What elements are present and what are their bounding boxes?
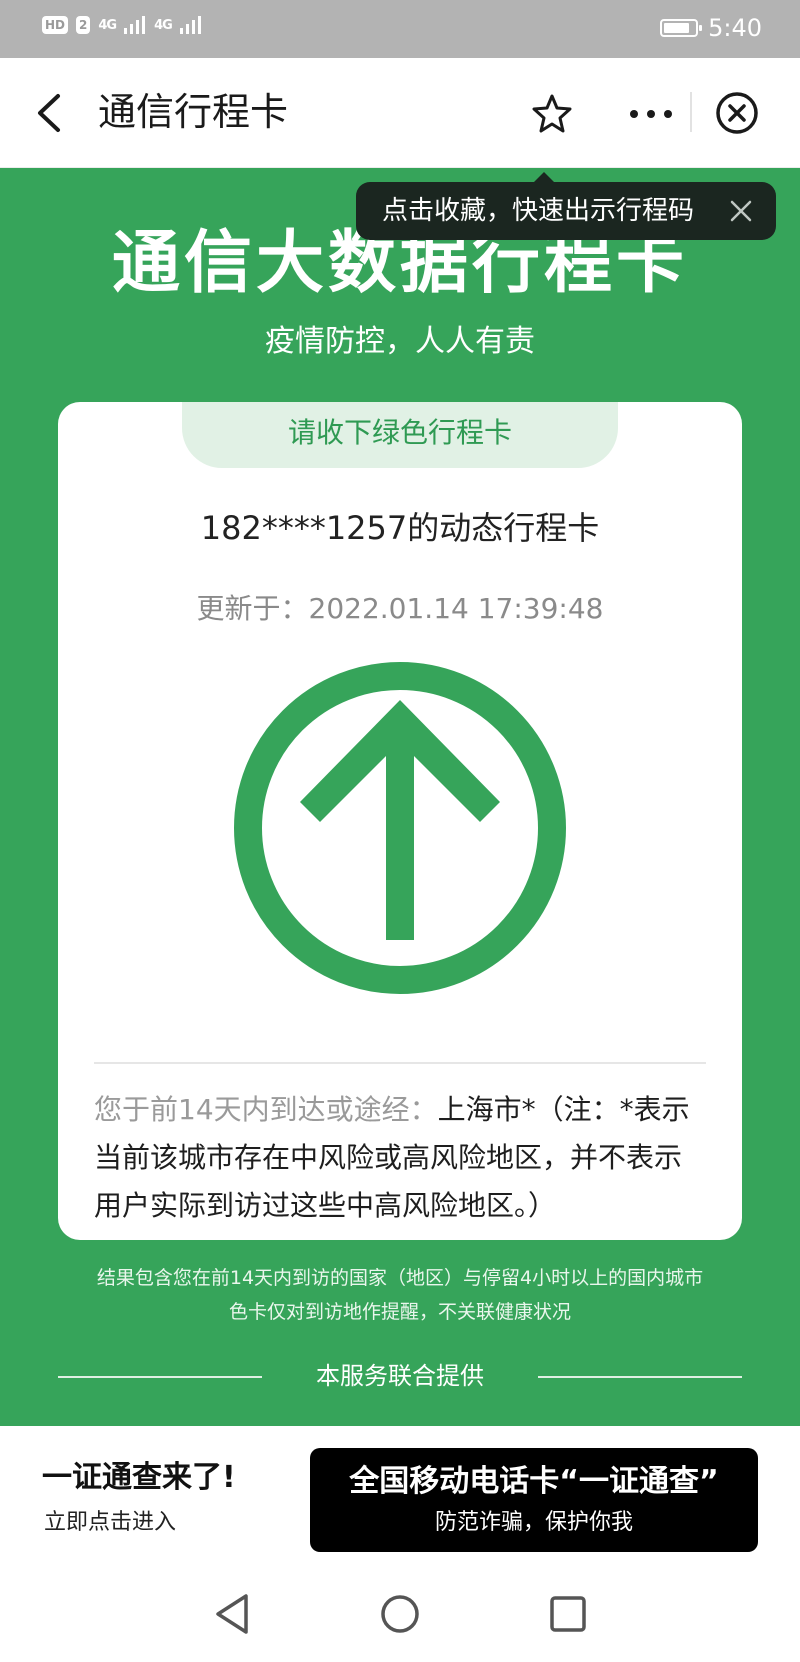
update-time-value: 2022.01.14 17:39:48 [308,592,604,625]
card-tab-label: 请收下绿色行程卡 [182,402,618,468]
green-arrow-icon [230,658,570,998]
disclaimer-line-1: 结果包含您在前14天内到访的国家（地区）与停留4小时以上的国内城市 [96,1267,704,1289]
circle-home-icon [381,1595,419,1633]
status-right: 5:40 [660,14,762,42]
favorite-tooltip: 点击收藏，快速出示行程码 [356,172,776,240]
battery-icon [660,19,703,37]
promo-subtitle: 立即点击进入 [44,1510,177,1535]
close-icon [730,200,752,222]
system-nav-bar [0,1566,800,1662]
nav-separator [690,92,692,132]
disclaimer-line-2: 色卡仅对到访地作提醒，不关联健康状况 [228,1301,571,1323]
sim-slot-badge: 2 [76,16,91,34]
signal-1-label: 4G [98,17,117,33]
more-button[interactable] [626,92,676,136]
close-button[interactable] [714,90,760,136]
triangle-back-icon [216,1594,248,1634]
system-home-button[interactable] [374,1588,426,1640]
status-left: HD 2 4G 4G [42,16,202,34]
hd-badge: HD [42,16,69,34]
promo-banner[interactable]: 一证通查来了! 立即点击进入 全国移动电话卡“一证通查” 防范诈骗，保护你我 [0,1426,800,1566]
back-button[interactable] [32,88,72,138]
update-label: 更新于： [196,592,309,625]
update-time: 更新于：2022.01.14 17:39:48 [58,590,742,628]
nav-bar: 通信行程卡 [0,58,800,168]
visited-cities-note: 您于前14天内到达或途经：上海市*（注：*表示当前该城市存在中风险或高风险地区，… [94,1086,706,1230]
clock: 5:40 [708,14,762,42]
itinerary-card: 请收下绿色行程卡 182****1257的动态行程卡 更新于：2022.01.1… [58,402,742,1240]
promo-button-title: 全国移动电话卡“一证通查” [349,1464,719,1499]
signal-bars-icon [179,16,201,34]
signal-2-label: 4G [154,17,173,33]
tooltip-text: 点击收藏，快速出示行程码 [382,196,695,226]
visited-label: 您于前14天内到达或途经： [94,1093,438,1126]
system-recents-button[interactable] [542,1588,594,1640]
signal-bars-icon [124,16,146,34]
back-arrow-icon [38,94,60,132]
card-divider [94,1062,706,1064]
system-back-button[interactable] [208,1588,260,1640]
promo-title: 一证通查来了! [42,1460,236,1495]
favorite-button[interactable] [530,92,574,136]
status-bar: HD 2 4G 4G 5:40 [0,0,800,58]
provider-line-right [538,1376,742,1378]
provider-row: 本服务联合提供 [58,1356,742,1396]
hero-subtitle: 疫情防控，人人有责 [265,324,535,359]
promo-button-subtitle: 防范诈骗，保护你我 [434,1510,633,1535]
star-icon [532,94,572,133]
close-circle-icon [716,92,758,134]
page-title: 通信行程卡 [98,90,289,134]
square-recents-icon [550,1596,586,1632]
more-dots-icon [630,110,672,118]
promo-button[interactable]: 全国移动电话卡“一证通查” 防范诈骗，保护你我 [310,1448,758,1552]
phone-line: 182****1257的动态行程卡 [200,509,600,547]
tooltip-close-button[interactable] [726,196,756,226]
